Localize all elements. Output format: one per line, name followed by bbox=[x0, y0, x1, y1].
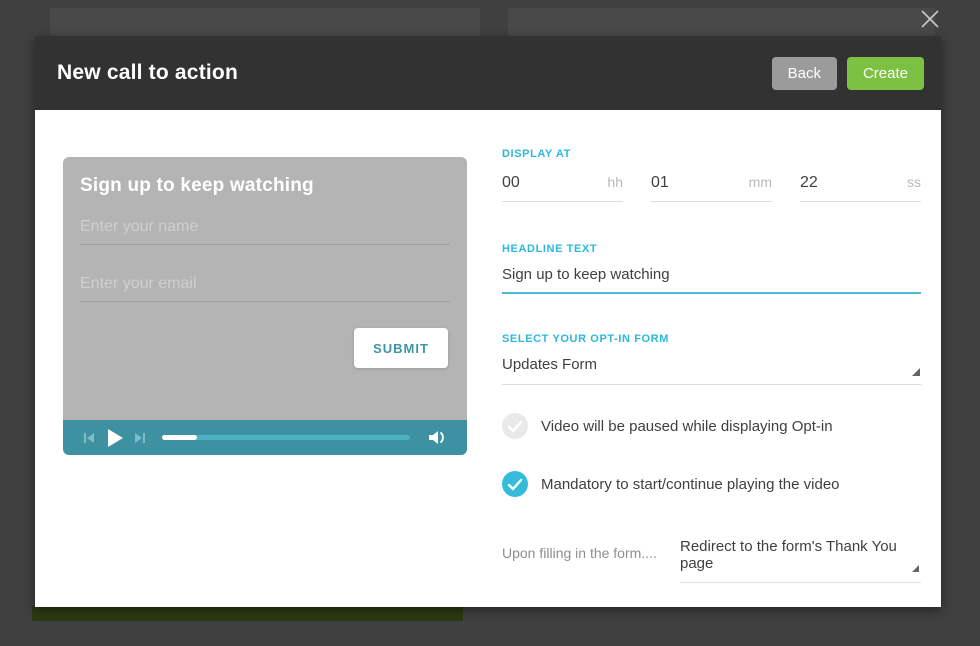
mandatory-label: Mandatory to start/continue playing the … bbox=[541, 475, 840, 493]
preview-submit-button[interactable]: SUBMIT bbox=[354, 328, 448, 368]
video-preview: Sign up to keep watching Enter your name… bbox=[63, 157, 467, 455]
dropdown-caret-icon bbox=[912, 368, 920, 376]
optin-form-label: SELECT YOUR OPT-IN FORM bbox=[502, 333, 669, 345]
seconds-unit: ss bbox=[907, 174, 921, 190]
hours-field[interactable]: 00 hh bbox=[502, 174, 623, 202]
skip-previous-icon[interactable] bbox=[83, 432, 96, 444]
create-button[interactable]: Create bbox=[846, 56, 924, 90]
minutes-value: 01 bbox=[651, 174, 669, 191]
progress-bar[interactable] bbox=[162, 435, 410, 440]
seconds-field[interactable]: 22 ss bbox=[800, 174, 921, 202]
upon-filling-value: Redirect to the form's Thank You page bbox=[680, 538, 897, 572]
modal-header: New call to action Back Create bbox=[35, 36, 941, 110]
display-at-label: DISPLAY AT bbox=[502, 148, 571, 160]
dropdown-caret-icon bbox=[912, 565, 919, 572]
optin-preview-card: Sign up to keep watching Enter your name… bbox=[63, 157, 467, 420]
headline-text-input[interactable]: Sign up to keep watching bbox=[502, 266, 921, 294]
pause-video-label: Video will be paused while displaying Op… bbox=[541, 417, 833, 435]
preview-headline: Sign up to keep watching bbox=[80, 175, 314, 196]
mandatory-checkbox[interactable]: Mandatory to start/continue playing the … bbox=[502, 471, 840, 497]
background-card-right bbox=[508, 8, 935, 38]
upon-filling-row: Upon filling in the form.... Redirect to… bbox=[502, 538, 921, 583]
hours-unit: hh bbox=[607, 174, 623, 190]
optin-form-select[interactable]: Updates Form bbox=[502, 356, 921, 385]
modal-body: Sign up to keep watching Enter your name… bbox=[35, 110, 941, 607]
video-player-bar bbox=[63, 420, 467, 455]
background-green-bar bbox=[32, 606, 463, 621]
preview-email-input[interactable]: Enter your email bbox=[80, 275, 450, 302]
play-icon[interactable] bbox=[106, 428, 124, 448]
close-icon[interactable] bbox=[918, 7, 942, 31]
optin-form-value: Updates Form bbox=[502, 356, 598, 373]
hours-value: 00 bbox=[502, 174, 520, 191]
cta-form: DISPLAY AT 00 hh 01 mm 22 ss HEADLINE TE… bbox=[502, 110, 921, 607]
pause-video-checkbox[interactable]: Video will be paused while displaying Op… bbox=[502, 413, 833, 439]
display-at-fields: 00 hh 01 mm 22 ss bbox=[502, 174, 921, 202]
checkbox-circle bbox=[502, 471, 528, 497]
minutes-field[interactable]: 01 mm bbox=[651, 174, 772, 202]
progress-fill bbox=[162, 435, 197, 440]
page-title: New call to action bbox=[57, 61, 238, 84]
skip-next-icon[interactable] bbox=[133, 432, 146, 444]
headline-text-label: HEADLINE TEXT bbox=[502, 243, 598, 255]
background-card-left bbox=[50, 8, 480, 38]
minutes-unit: mm bbox=[748, 174, 772, 190]
new-call-to-action-modal: New call to action Back Create Sign up t… bbox=[35, 36, 941, 607]
upon-filling-label: Upon filling in the form.... bbox=[502, 545, 657, 561]
preview-name-input[interactable]: Enter your name bbox=[80, 218, 450, 245]
back-button[interactable]: Back bbox=[771, 56, 837, 90]
checkbox-circle bbox=[502, 413, 528, 439]
upon-filling-select[interactable]: Redirect to the form's Thank You page bbox=[680, 538, 921, 583]
volume-icon[interactable] bbox=[427, 429, 449, 446]
seconds-value: 22 bbox=[800, 174, 818, 191]
